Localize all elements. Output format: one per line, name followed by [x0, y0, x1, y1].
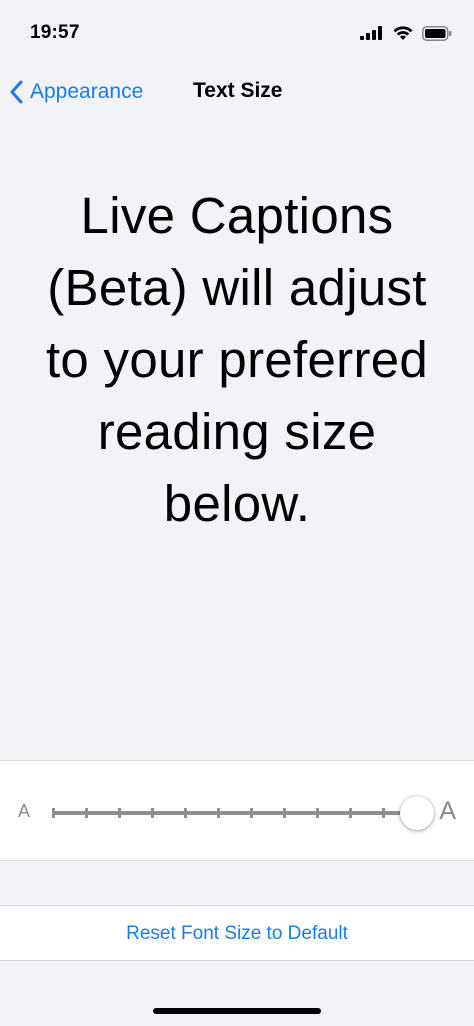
- large-text-size-label: A: [439, 797, 456, 825]
- wifi-icon: [393, 26, 413, 40]
- text-size-slider[interactable]: [52, 808, 418, 818]
- page-title: Text Size: [193, 79, 283, 102]
- preview-text: Live Captions (Beta) will adjust to your…: [45, 187, 429, 532]
- slider-thumb[interactable]: [399, 796, 434, 830]
- chevron-left-icon: [10, 80, 23, 104]
- slider-tick: [85, 808, 88, 818]
- slider-tick: [151, 808, 154, 818]
- reset-panel: Reset Font Size to Default: [0, 905, 474, 961]
- slider-tick: [217, 808, 220, 818]
- back-button-label: Appearance: [30, 80, 144, 103]
- battery-icon: [422, 25, 452, 41]
- status-bar: 19:57: [0, 0, 474, 62]
- slider-tick: [349, 808, 352, 818]
- cellular-signal-icon: [360, 26, 382, 40]
- slider-tick: [184, 808, 187, 818]
- small-text-size-label: A: [18, 801, 31, 821]
- text-size-slider-panel: A A: [0, 760, 474, 861]
- home-indicator: [153, 1008, 321, 1014]
- slider-tick: [118, 808, 121, 818]
- back-button[interactable]: Appearance: [8, 76, 143, 108]
- status-time: 19:57: [30, 22, 80, 43]
- navigation-bar: Appearance Text Size: [0, 62, 474, 122]
- slider-tick: [283, 808, 286, 818]
- slider-tick: [250, 808, 253, 818]
- status-icons: [360, 25, 452, 41]
- slider-tick: [382, 808, 385, 818]
- reset-font-size-button[interactable]: Reset Font Size to Default: [0, 906, 474, 960]
- slider-tick: [316, 808, 319, 818]
- slider-tick: [52, 808, 55, 818]
